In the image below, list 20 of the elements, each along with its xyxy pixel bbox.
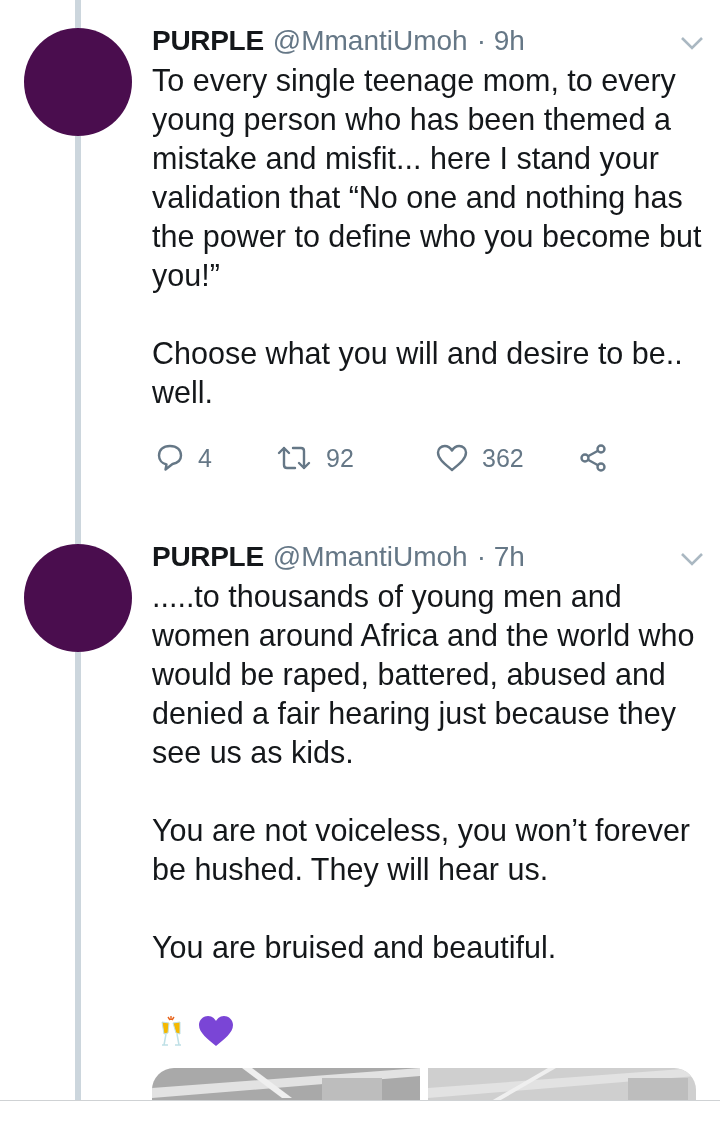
tweet-text: To every single teenage mom, to every young person who has been themed a mistake and misfit... here I stand your validation that “No one and nothing has the power to define who you become but you!” [152, 62, 703, 295]
tweet-text: You are not voiceless, you won’t forever be hushed. They will hear us. [152, 812, 691, 889]
retweet-count: 92 [326, 443, 354, 473]
display-name[interactable]: PURPLE [152, 25, 264, 57]
timestamp: · 9h [476, 25, 525, 57]
heart-icon[interactable] [436, 444, 468, 472]
tweet-text: You are bruised and beautiful. [152, 929, 558, 966]
user-handle[interactable]: @MmantiUmoh [272, 541, 468, 573]
heart-icon [198, 1015, 234, 1047]
share-icon[interactable] [578, 443, 608, 473]
timestamp: · 7h [476, 541, 525, 573]
champagne-glasses-icon [158, 1014, 184, 1048]
user-handle[interactable]: @MmantiUmoh [272, 25, 468, 57]
like-count: 362 [482, 443, 524, 473]
retweet-icon[interactable] [276, 444, 312, 472]
display-name[interactable]: PURPLE [152, 541, 264, 573]
reply-count: 4 [198, 443, 212, 473]
tweet-text: .....to thousands of young men and women around Africa and the world who would be raped, battered, abused and denied a fair hearing just because they see us as kids. [152, 578, 696, 771]
tweet-text: Choose what you will and desire to be.. well. [152, 335, 684, 411]
reply-icon[interactable] [156, 443, 184, 473]
